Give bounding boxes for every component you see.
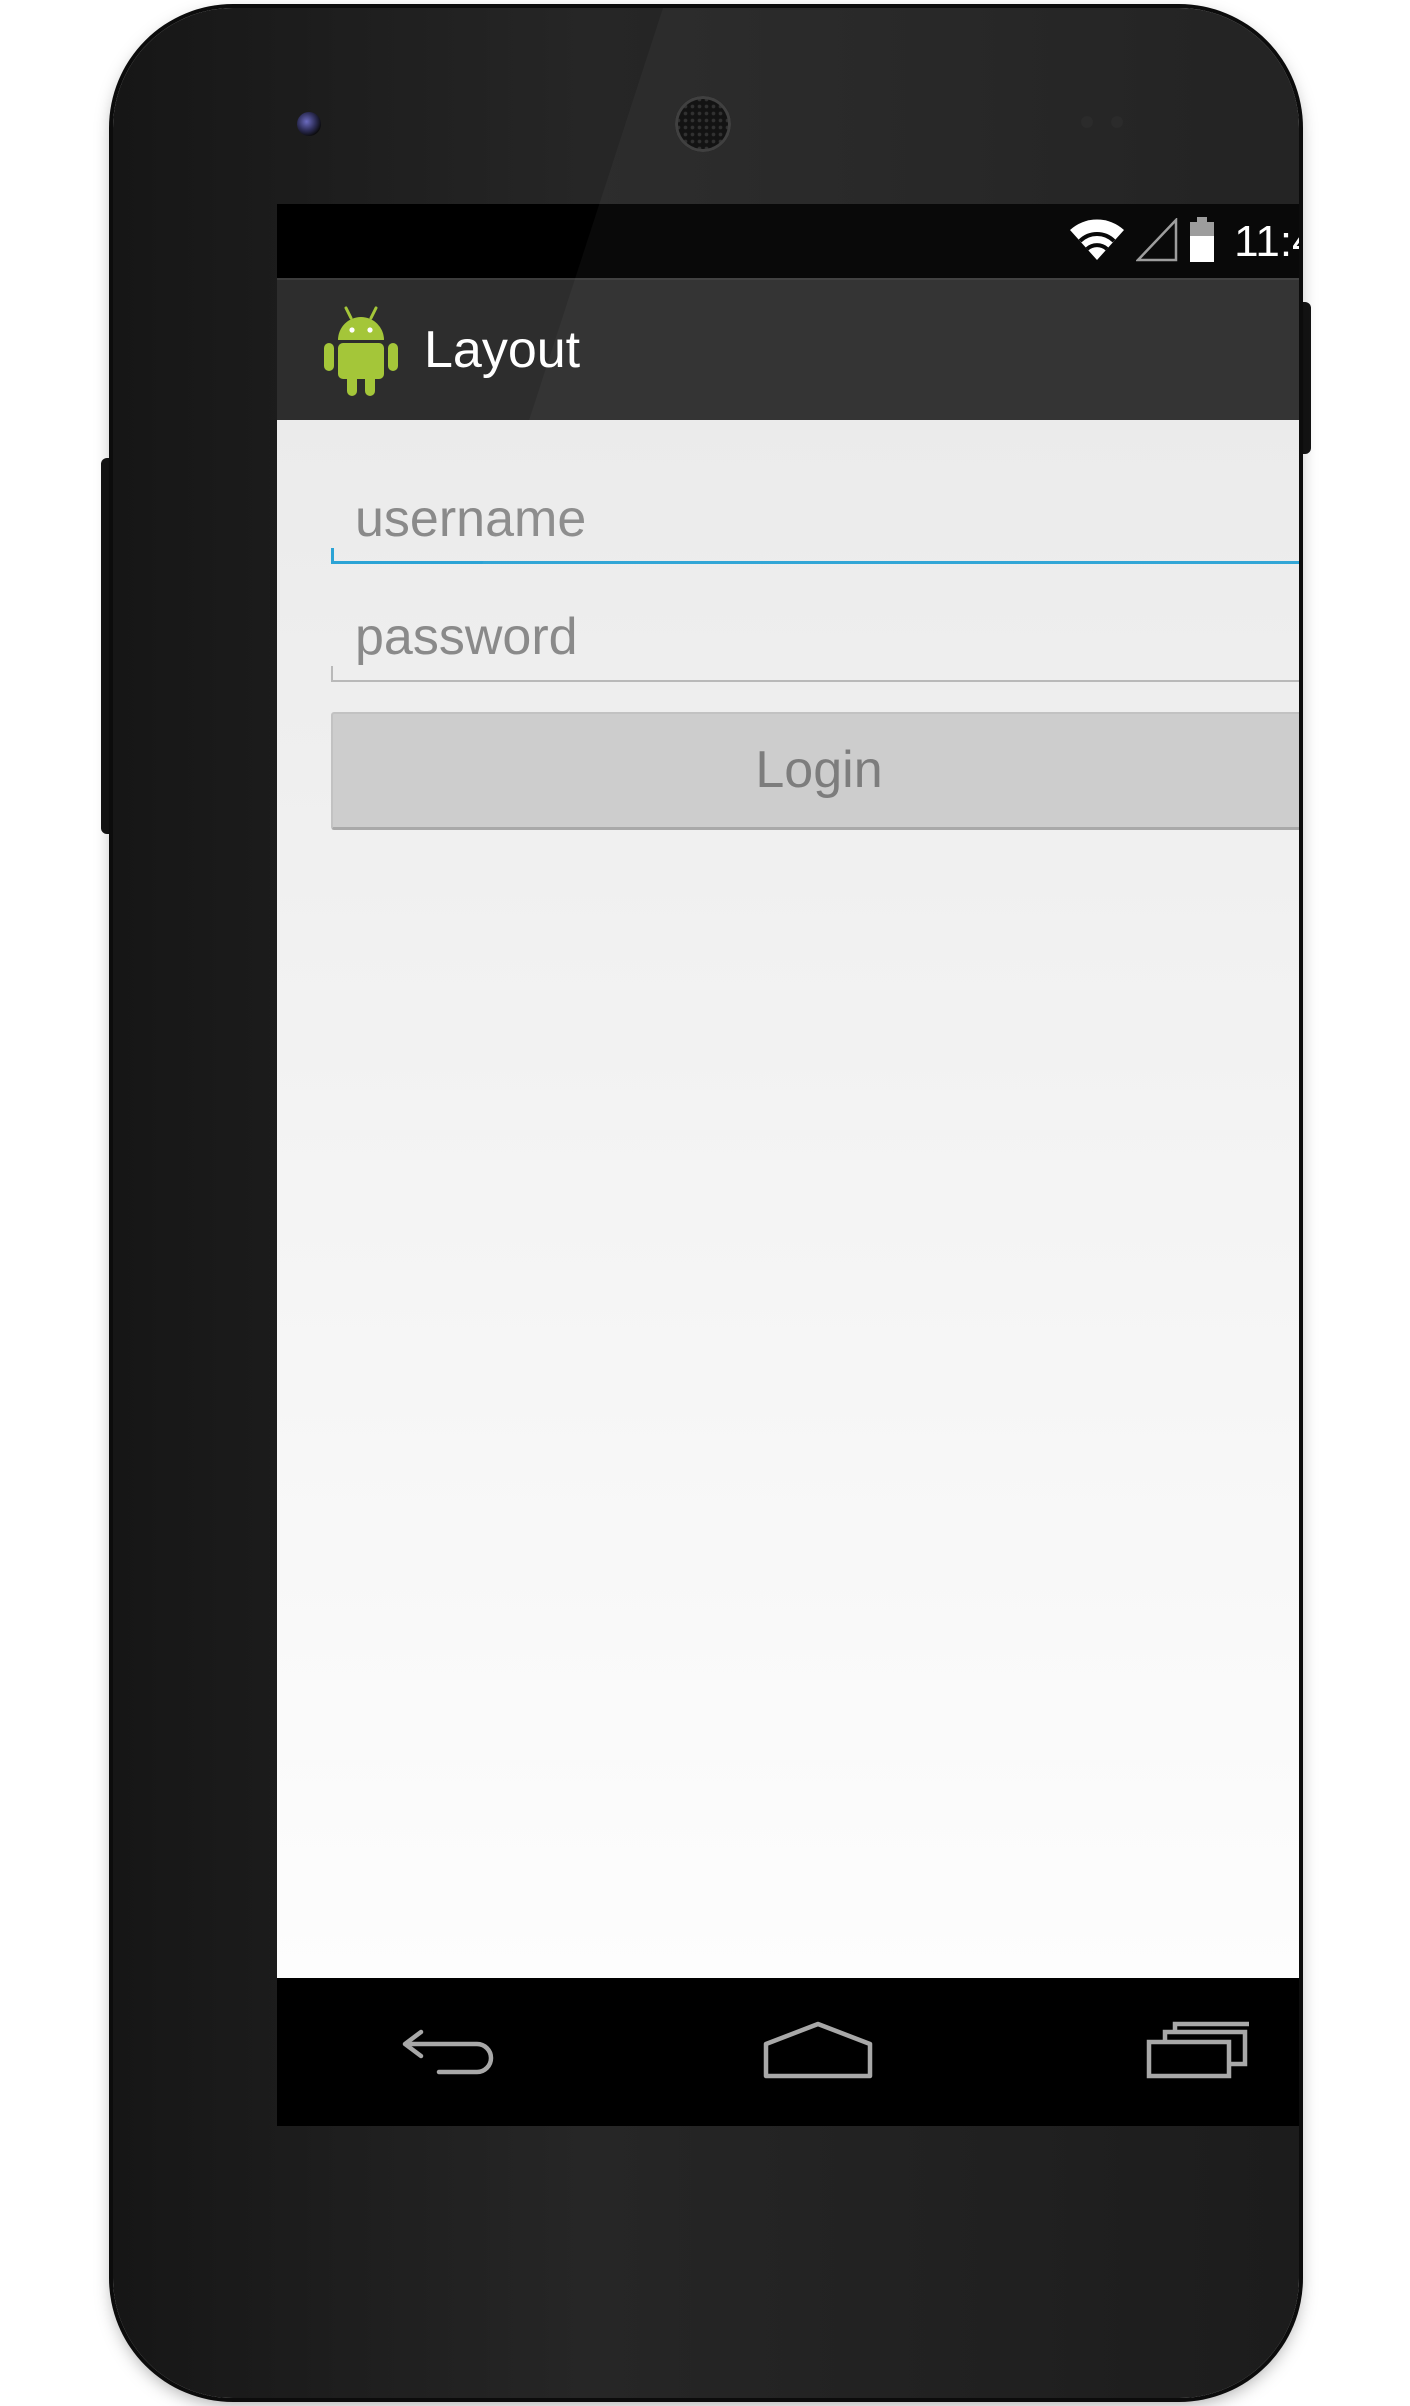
cell-signal-icon	[1135, 216, 1178, 267]
front-camera	[297, 112, 321, 136]
username-input[interactable]	[331, 480, 1299, 558]
phone-body: 11:40	[113, 8, 1299, 2398]
password-input[interactable]	[331, 598, 1299, 676]
status-bar: 11:40	[277, 204, 1299, 278]
status-icons: 11:40	[1068, 214, 1299, 270]
screen: 11:40	[277, 204, 1299, 2126]
earpiece-speaker	[675, 96, 731, 152]
recents-button[interactable]	[1119, 2002, 1279, 2102]
android-robot-icon[interactable]	[321, 304, 401, 398]
recents-icon	[1145, 2020, 1253, 2085]
home-icon	[762, 2020, 874, 2085]
battery-icon	[1188, 216, 1216, 269]
username-field-container	[331, 480, 1299, 564]
volume-rocker	[101, 458, 113, 834]
light-sensor	[1111, 116, 1123, 128]
clock: 11:40	[1234, 217, 1299, 266]
navigation-bar	[277, 1978, 1299, 2126]
back-button[interactable]	[371, 2002, 531, 2102]
action-bar: Layout	[277, 278, 1299, 420]
password-underline	[331, 666, 1299, 682]
username-underline	[331, 548, 1299, 564]
password-field-container	[331, 598, 1299, 682]
app-title: Layout	[424, 321, 581, 379]
power-button	[1299, 302, 1311, 454]
login-button[interactable]: Login	[331, 712, 1299, 830]
login-form: Login	[277, 420, 1299, 1978]
home-button[interactable]	[738, 2002, 898, 2102]
proximity-sensor	[1081, 116, 1093, 128]
back-icon	[399, 2022, 503, 2083]
wifi-icon	[1068, 218, 1126, 267]
